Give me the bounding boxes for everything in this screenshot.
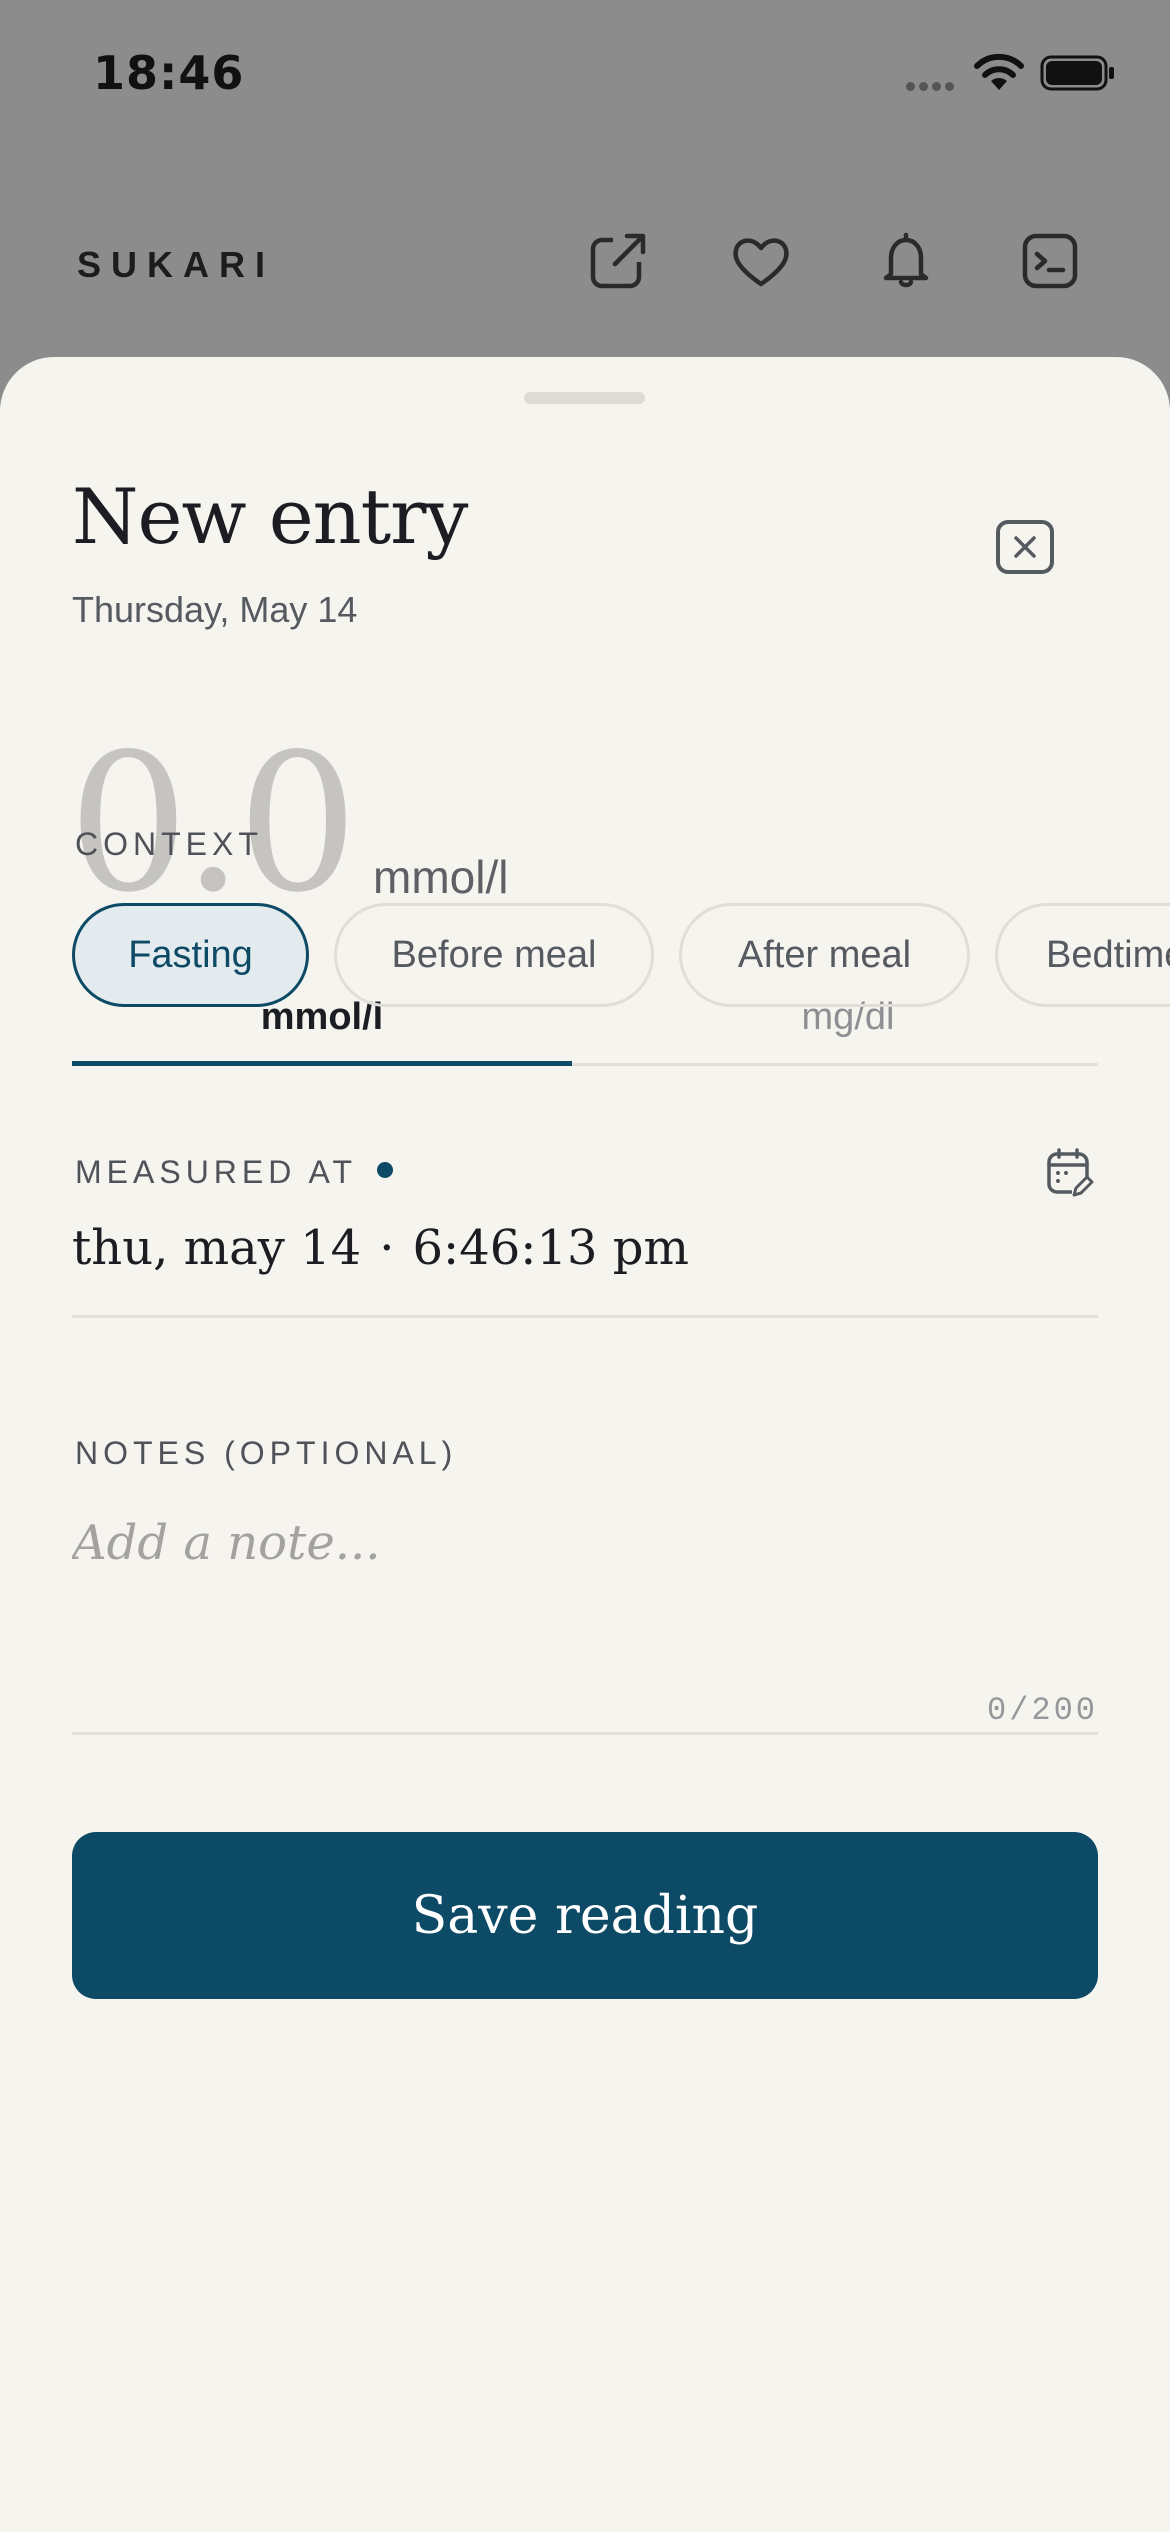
calendar-edit-icon[interactable] — [1046, 1147, 1094, 1199]
reading-unit: mmol/l — [373, 851, 509, 903]
measured-at-label: MEASURED AT — [75, 1154, 357, 1190]
wifi-icon — [974, 53, 1024, 90]
context-chips: Fasting Before meal After meal Bedtime — [72, 903, 1170, 1013]
heart-icon[interactable] — [728, 228, 794, 294]
chip-after-meal[interactable]: After meal — [679, 903, 970, 1007]
measured-at-datetime[interactable]: thu, may 14 · 6:46:13 pm — [72, 1220, 689, 1276]
close-button[interactable] — [996, 520, 1054, 574]
notes-divider — [72, 1732, 1098, 1735]
sheet-title: New entry — [72, 472, 468, 561]
chip-bedtime[interactable]: Bedtime — [995, 903, 1170, 1007]
notes-char-counter: 0/200 — [986, 1692, 1098, 1729]
new-entry-sheet: New entry Thursday, May 14 0.0 mmol/l mm… — [0, 357, 1170, 2532]
measured-at-divider — [72, 1315, 1098, 1318]
terminal-icon[interactable] — [1017, 228, 1083, 294]
cellular-signal-icon — [906, 76, 958, 95]
measured-at-indicator — [377, 1162, 393, 1178]
sheet-subtitle: Thursday, May 14 — [72, 589, 358, 630]
close-icon — [1014, 536, 1036, 558]
app-brand: SUKARI — [77, 244, 276, 285]
measured-date: thu, may 14 — [72, 1220, 362, 1276]
sheet-grabber[interactable] — [524, 392, 645, 404]
bell-icon[interactable] — [873, 228, 939, 294]
status-bar: 18:46 — [0, 0, 1170, 150]
notes-input[interactable] — [72, 1515, 1098, 1695]
chip-before-meal[interactable]: Before meal — [334, 903, 654, 1007]
battery-icon — [1040, 55, 1114, 91]
chip-fasting[interactable]: Fasting — [72, 903, 309, 1007]
context-label: CONTEXT — [75, 826, 263, 862]
external-link-icon[interactable] — [585, 228, 651, 294]
status-time: 18:46 — [93, 46, 245, 100]
save-reading-button[interactable]: Save reading — [72, 1832, 1098, 1999]
reading-value[interactable]: 0.0 — [68, 729, 358, 919]
datetime-separator: · — [379, 1220, 395, 1276]
notes-label: NOTES (OPTIONAL) — [75, 1435, 458, 1471]
measured-time: 6:46:13 pm — [412, 1220, 690, 1276]
